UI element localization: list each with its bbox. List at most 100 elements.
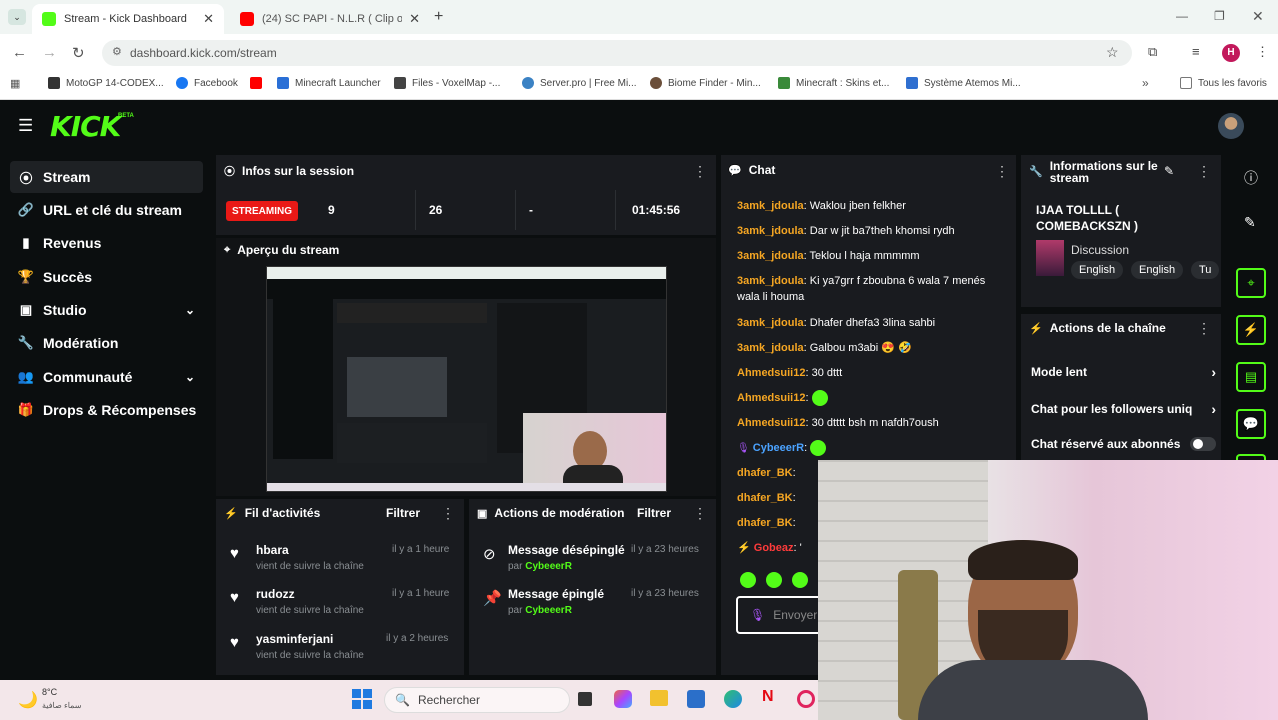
uptime: 01:45:56: [632, 203, 681, 217]
user-avatar[interactable]: [1218, 113, 1244, 139]
chat-message: 3amk_jdoula: Galbou m3abi 😍 🤣: [737, 342, 912, 354]
restore-icon[interactable]: ❐: [1214, 9, 1225, 23]
sidebar-item-stream[interactable]: ⦿ Stream: [10, 161, 203, 193]
activity-filter-button[interactable]: Filtrer: [386, 506, 420, 520]
preview-panel: [337, 303, 487, 323]
menu-icon[interactable]: ⋮: [1256, 44, 1269, 60]
activity-user[interactable]: hbara: [256, 543, 289, 557]
activity-text: vient de suivre la chaîne: [256, 561, 364, 572]
mod-user[interactable]: CybeeerR: [525, 605, 572, 616]
chat-message: 3amk_jdoula: Dar w jit ba7theh khomsi ry…: [737, 225, 955, 237]
extensions-icon[interactable]: ⧉: [1148, 44, 1157, 60]
emote-icon[interactable]: [766, 572, 782, 588]
followers-only-row[interactable]: Chat pour les followers uniq ›: [1031, 401, 1216, 417]
preview-toggle-button[interactable]: ⌖: [1236, 268, 1266, 298]
start-windows-icon[interactable]: [352, 689, 372, 709]
subscribers-only-toggle[interactable]: [1190, 437, 1216, 451]
store-icon[interactable]: [687, 690, 705, 708]
taskbar-search[interactable]: 🔍 Rechercher: [384, 687, 570, 713]
unpin-icon: ⊘: [483, 546, 496, 563]
streaming-badge: STREAMING: [226, 201, 298, 221]
tab-youtube[interactable]: (24) SC PAPI - N.L.R ( Clip offici ✕: [230, 4, 430, 34]
sidebar-item-studio[interactable]: ▣ Studio ⌄: [10, 294, 203, 326]
youtube-icon: [250, 77, 262, 89]
sidebar-item-stream-key[interactable]: 🔗 URL et clé du stream: [10, 194, 203, 226]
preview-browser-bar: [267, 267, 666, 279]
stream-info-menu-icon[interactable]: ⋮: [1197, 163, 1211, 180]
chat-menu-icon[interactable]: ⋮: [995, 163, 1009, 180]
weather-temp[interactable]: 8°C: [42, 687, 57, 697]
mod-menu-icon[interactable]: ⋮: [693, 505, 707, 522]
back-icon[interactable]: ←: [12, 44, 27, 61]
emote-icon[interactable]: [740, 572, 756, 588]
file-explorer-icon[interactable]: [650, 690, 668, 706]
sidebar-item-community[interactable]: 👥 Communauté ⌄: [10, 361, 203, 393]
bookmark-item[interactable]: Système Atemos Mi...: [906, 77, 1021, 89]
activity-menu-icon[interactable]: ⋮: [441, 505, 455, 522]
bookmark-item[interactable]: Minecraft : Skins et...: [778, 77, 889, 89]
channel-actions-menu-icon[interactable]: ⋮: [1197, 320, 1211, 337]
category-thumbnail[interactable]: [1036, 240, 1064, 276]
edit-icon[interactable]: ✎: [1244, 214, 1256, 231]
mod-user[interactable]: CybeeerR: [525, 561, 572, 572]
hamburger-menu-icon[interactable]: ☰: [18, 116, 33, 136]
notes-button[interactable]: ▤: [1236, 362, 1266, 392]
close-tab-icon[interactable]: ✕: [409, 11, 420, 27]
url-input[interactable]: ⚙ dashboard.kick.com/stream: [102, 40, 1132, 66]
bookmark-item[interactable]: Server.pro | Free Mi...: [522, 77, 637, 89]
opera-icon[interactable]: [797, 690, 815, 708]
close-window-icon[interactable]: ✕: [1252, 8, 1264, 25]
profile-avatar[interactable]: H: [1222, 44, 1240, 62]
mod-action-name: Message désépinglé: [508, 543, 625, 557]
reload-icon[interactable]: ↻: [72, 44, 85, 62]
bookmark-item[interactable]: Files - VoxelMap -...: [394, 77, 500, 89]
bookmark-item[interactable]: MotoGP 14-CODEX...: [48, 77, 164, 89]
bookmark-item[interactable]: Minecraft Launcher: [277, 77, 381, 89]
mod-filter-button[interactable]: Filtrer: [637, 506, 671, 520]
folder-icon: [1180, 77, 1192, 89]
minimize-icon[interactable]: —: [1176, 9, 1188, 23]
bookmark-item[interactable]: Biome Finder - Min...: [650, 77, 761, 89]
tag: English: [1071, 261, 1124, 279]
edge-icon[interactable]: [724, 690, 742, 708]
sidebar-item-drops[interactable]: 🎁 Drops & Récompenses: [10, 394, 203, 426]
bookmark-item[interactable]: Facebook: [176, 77, 238, 89]
apps-grid-icon[interactable]: ▦: [10, 77, 20, 90]
bookmark-star-icon[interactable]: ☆: [1106, 44, 1119, 61]
edit-pencil-icon[interactable]: ✎: [1164, 164, 1174, 178]
media-icon[interactable]: ≡: [1192, 44, 1200, 59]
new-tab-icon[interactable]: +: [434, 8, 443, 26]
chat-bubble-icon: 💬: [728, 164, 742, 177]
bookmark-item[interactable]: [250, 77, 268, 89]
tab-kick-dashboard[interactable]: Stream - Kick Dashboard ✕: [32, 4, 224, 34]
all-bookmarks-button[interactable]: Tous les favoris: [1180, 77, 1267, 89]
slow-mode-row[interactable]: Mode lent ›: [1031, 364, 1216, 380]
category-name[interactable]: Discussion: [1071, 243, 1129, 257]
session-menu-icon[interactable]: ⋮: [693, 163, 707, 180]
emote-icon[interactable]: [792, 572, 808, 588]
mod-badge-icon: 🎙: [737, 443, 750, 454]
more-bookmarks-icon[interactable]: »: [1142, 76, 1149, 90]
sidebar-item-revenue[interactable]: ▮ Revenus: [10, 227, 203, 259]
stream-preview-video[interactable]: [266, 266, 667, 492]
sidebar-item-achievements[interactable]: 🏆 Succès: [10, 261, 203, 293]
chat-toggle-button[interactable]: 💬: [1236, 409, 1266, 439]
site-info-icon[interactable]: ⚙: [112, 45, 122, 58]
close-tab-icon[interactable]: ✕: [203, 11, 214, 27]
sidebar-item-moderation[interactable]: 🔧 Modération: [10, 327, 203, 359]
tab-title: (24) SC PAPI - N.L.R ( Clip offici: [262, 13, 402, 25]
netflix-icon[interactable]: N: [762, 688, 774, 706]
info-icon[interactable]: ⓘ: [1244, 168, 1258, 188]
quick-actions-button[interactable]: ⚡: [1236, 315, 1266, 345]
preview-taskbar: [267, 483, 666, 491]
copilot-icon[interactable]: [614, 690, 632, 708]
activity-user[interactable]: yasminferjani: [256, 632, 333, 646]
activity-user[interactable]: rudozz: [256, 587, 295, 601]
kick-logo[interactable]: KICK: [50, 110, 121, 143]
tab-search-button[interactable]: ⌄: [8, 9, 26, 25]
task-view-icon[interactable]: [578, 692, 592, 706]
forward-icon[interactable]: →: [42, 44, 57, 61]
chat-message: Ahmedsuii12: 30 dttt: [737, 367, 843, 379]
kick-header: [0, 101, 1278, 151]
mod-action-name: Message épinglé: [508, 587, 605, 601]
